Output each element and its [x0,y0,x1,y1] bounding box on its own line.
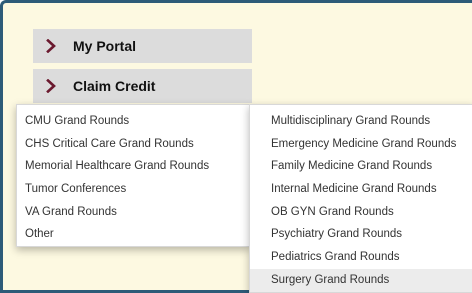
cmu-grand-rounds-submenu: Multidisciplinary Grand Rounds Emergency… [249,104,472,293]
submenu-item-ob-gyn[interactable]: OB GYN Grand Rounds [250,201,472,224]
claim-credit-label: Claim Credit [73,78,156,94]
my-portal-button[interactable]: My Portal [33,29,252,63]
chevron-right-icon [37,39,65,53]
menu-item-chs-critical-care[interactable]: CHS Critical Care Grand Rounds [17,133,249,156]
menu-item-other[interactable]: Other [17,223,249,246]
menu-item-memorial-healthcare[interactable]: Memorial Healthcare Grand Rounds [17,155,249,178]
claim-credit-dropdown: CMU Grand Rounds CHS Critical Care Grand… [16,104,250,247]
submenu-item-family-medicine[interactable]: Family Medicine Grand Rounds [250,155,472,178]
menu-item-va-grand-rounds[interactable]: VA Grand Rounds [17,201,249,224]
submenu-item-emergency-medicine[interactable]: Emergency Medicine Grand Rounds [250,133,472,156]
submenu-item-internal-medicine[interactable]: Internal Medicine Grand Rounds [250,178,472,201]
chevron-right-icon [37,79,65,93]
submenu-item-surgery[interactable]: Surgery Grand Rounds [250,268,472,292]
my-portal-label: My Portal [73,38,137,54]
submenu-item-psychiatry[interactable]: Psychiatry Grand Rounds [250,223,472,246]
submenu-item-pediatrics[interactable]: Pediatrics Grand Rounds [250,246,472,269]
menu-item-tumor-conferences[interactable]: Tumor Conferences [17,178,249,201]
menu-item-cmu-grand-rounds[interactable]: CMU Grand Rounds [17,110,249,133]
submenu-item-multidisciplinary[interactable]: Multidisciplinary Grand Rounds [250,110,472,133]
claim-credit-button[interactable]: Claim Credit [33,69,252,103]
